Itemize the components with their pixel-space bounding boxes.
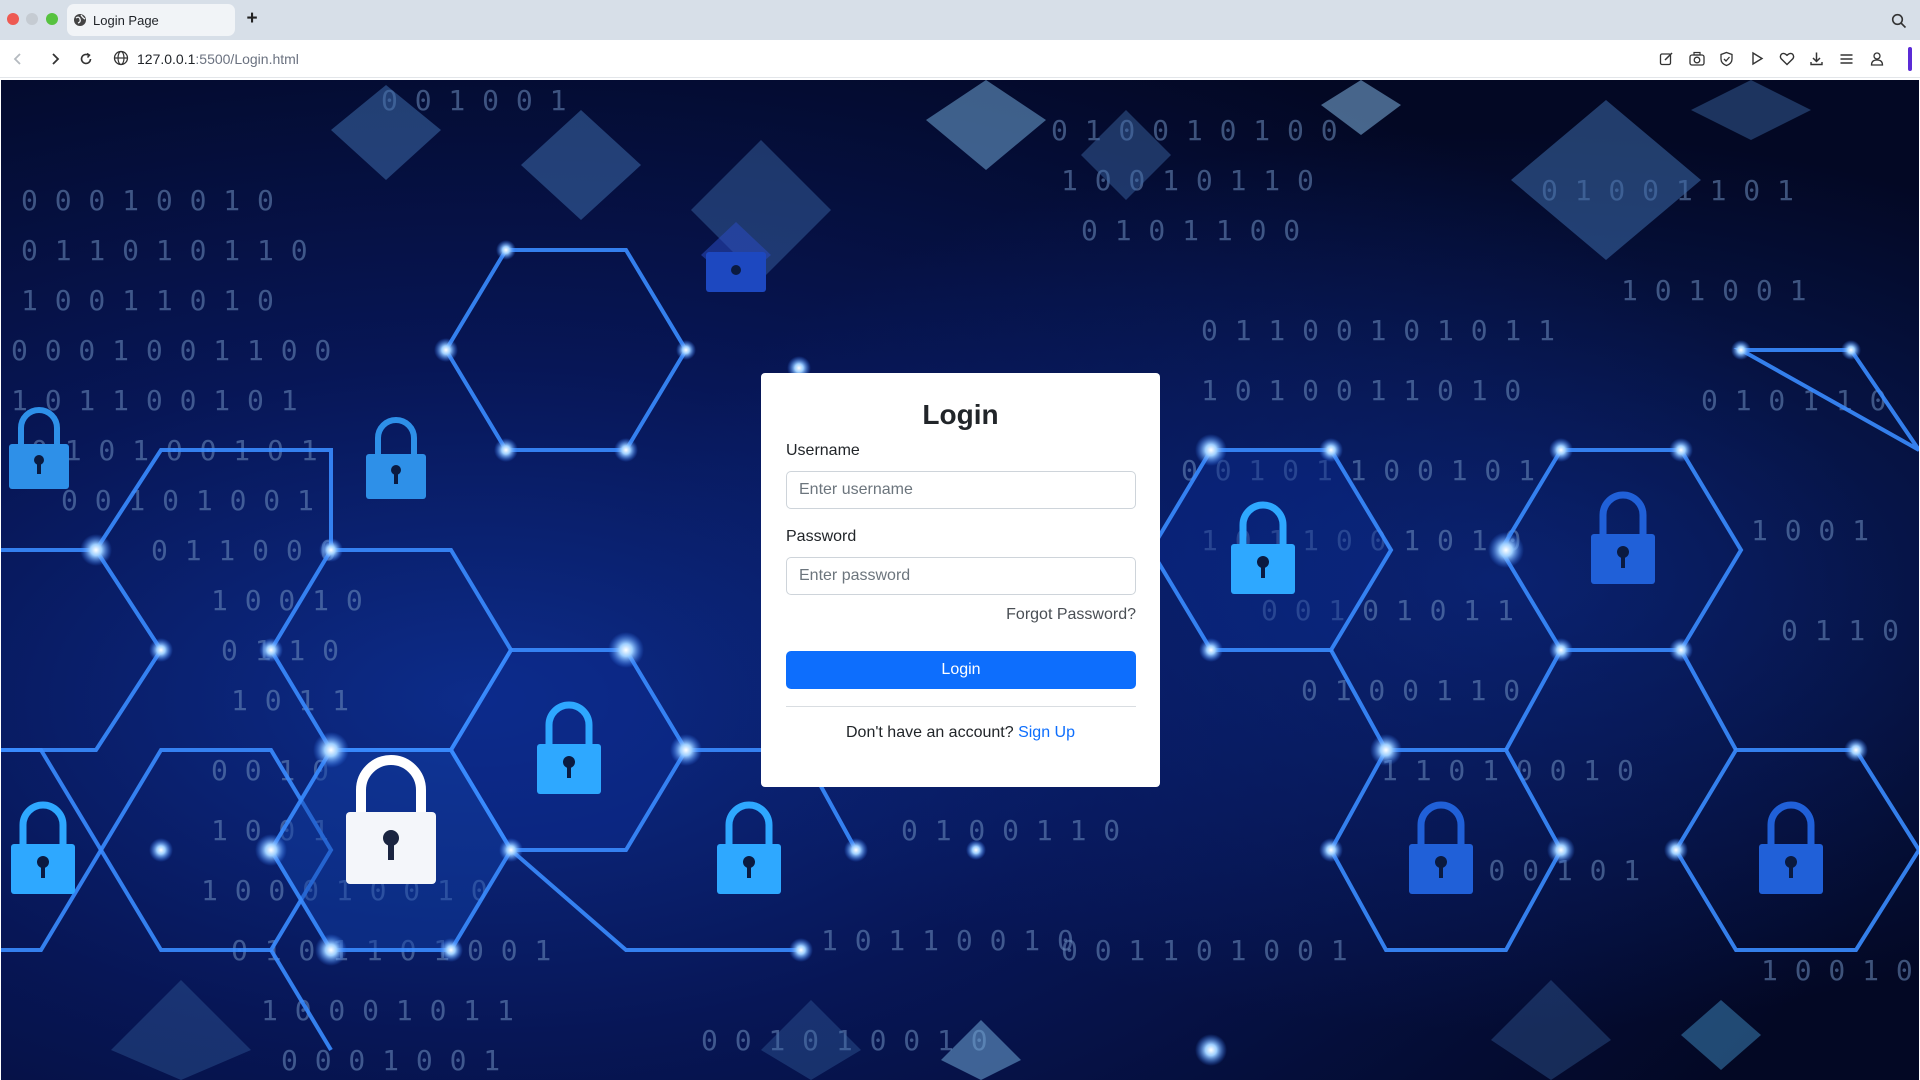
site-info-icon[interactable]	[113, 50, 129, 66]
signup-prompt: Don't have an account? Sign Up	[761, 724, 1160, 742]
password-input[interactable]	[786, 557, 1136, 595]
svg-text:0 1 0 0 1 1 0: 0 1 0 0 1 1 0	[901, 814, 1120, 847]
svg-text:1 1 0 1 0 0 1 0: 1 1 0 1 0 0 1 0	[1381, 754, 1634, 787]
globe-icon	[73, 13, 87, 27]
heart-icon[interactable]	[1778, 50, 1795, 67]
svg-text:1 0 0 1 0: 1 0 0 1 0	[1761, 954, 1913, 987]
minimize-window-button[interactable]	[26, 13, 38, 25]
svg-text:0 1 0 0 1 1 0: 0 1 0 0 1 1 0	[1301, 674, 1520, 707]
svg-text:0 1 1 0 0 0: 0 1 1 0 0 0	[151, 534, 336, 567]
camera-icon[interactable]	[1688, 50, 1705, 67]
page-viewport: 0 0 0 1 0 0 1 0 0 1 1 0 1 0 1 1 0 1 0 0 …	[1, 80, 1919, 1080]
login-title: Login	[922, 399, 999, 430]
login-button[interactable]: Login	[786, 651, 1136, 689]
forgot-password-link[interactable]: Forgot Password?	[1006, 606, 1136, 624]
address-bar[interactable]: 127.0.0.1:5500/Login.html	[137, 50, 299, 68]
svg-text:0 1 1 0 0 1 0 1 0 1 1: 0 1 1 0 0 1 0 1 0 1 1	[1201, 314, 1555, 347]
tab-title: Login Page	[93, 12, 159, 28]
svg-text:0 1 1 0: 0 1 1 0	[1781, 614, 1899, 647]
forward-icon[interactable]	[46, 50, 64, 68]
password-label: Password	[786, 528, 857, 545]
svg-text:1 0 1 0 0 1 1 0 1 0: 1 0 1 0 0 1 1 0 1 0	[1201, 374, 1521, 407]
svg-text:0 0 0 1 0 0 1: 0 0 0 1 0 0 1	[281, 1044, 500, 1077]
url-path: :5500/Login.html	[195, 51, 299, 67]
svg-text:1 0 0 1: 1 0 0 1	[1751, 514, 1869, 547]
username-input[interactable]	[786, 471, 1136, 509]
svg-text:1 0 1 1 0 0 1 0: 1 0 1 1 0 0 1 0	[821, 924, 1074, 957]
svg-text:1 0 0 1 1 0 1 0: 1 0 0 1 1 0 1 0	[21, 284, 274, 317]
maximize-window-button[interactable]	[46, 13, 58, 25]
url-host: 127.0.0.1	[137, 51, 196, 67]
edit-icon[interactable]	[1658, 50, 1675, 67]
reload-icon[interactable]	[77, 50, 95, 68]
new-tab-button[interactable]: +	[244, 9, 260, 29]
svg-text:0 0 1 1 0 1 0 0 1: 0 0 1 1 0 1 0 0 1	[1061, 934, 1348, 967]
svg-text:0 1 0 1 1 0: 0 1 0 1 1 0	[1701, 384, 1886, 417]
play-icon[interactable]	[1748, 50, 1765, 67]
browser-tab[interactable]: Login Page	[67, 4, 235, 36]
svg-text:0 0 1 0 1 0 0 1: 0 0 1 0 1 0 0 1	[61, 484, 314, 517]
username-label: Username	[786, 442, 860, 459]
svg-text:1 0 1 1: 1 0 1 1	[231, 684, 349, 717]
back-icon[interactable]	[9, 50, 27, 68]
sidebar-toggle[interactable]	[1908, 47, 1912, 71]
shield-icon[interactable]	[1718, 50, 1735, 67]
profile-icon[interactable]	[1868, 50, 1885, 67]
login-card: Login Username Password Forgot Password?…	[761, 373, 1160, 787]
svg-text:0 0 0 1 0 0 1 0: 0 0 0 1 0 0 1 0	[21, 184, 274, 217]
svg-text:0 0 0 1 0 0 1 1 0 0: 0 0 0 1 0 0 1 1 0 0	[11, 334, 331, 367]
svg-text:1 0 0 1 0: 1 0 0 1 0	[211, 584, 363, 617]
signup-prompt-text: Don't have an account?	[846, 724, 1014, 741]
svg-text:0 1 0 1 1 0 0: 0 1 0 1 1 0 0	[1081, 214, 1300, 247]
svg-text:1 0 1 0 0 1: 1 0 1 0 0 1	[1621, 274, 1806, 307]
browser-toolbar: 127.0.0.1:5500/Login.html	[0, 40, 1920, 78]
svg-text:1 0 1 1 0 0 1 0 1: 1 0 1 1 0 0 1 0 1	[11, 384, 298, 417]
divider	[786, 706, 1136, 707]
browser-titlebar: Login Page +	[0, 0, 1920, 40]
menu-icon[interactable]	[1838, 50, 1855, 67]
search-icon[interactable]	[1891, 13, 1907, 29]
signup-link[interactable]: Sign Up	[1018, 724, 1075, 741]
close-window-button[interactable]	[7, 13, 19, 25]
svg-text:0 1 1 0 1 0 1 1 0: 0 1 1 0 1 0 1 1 0	[21, 234, 308, 267]
download-icon[interactable]	[1808, 50, 1825, 67]
